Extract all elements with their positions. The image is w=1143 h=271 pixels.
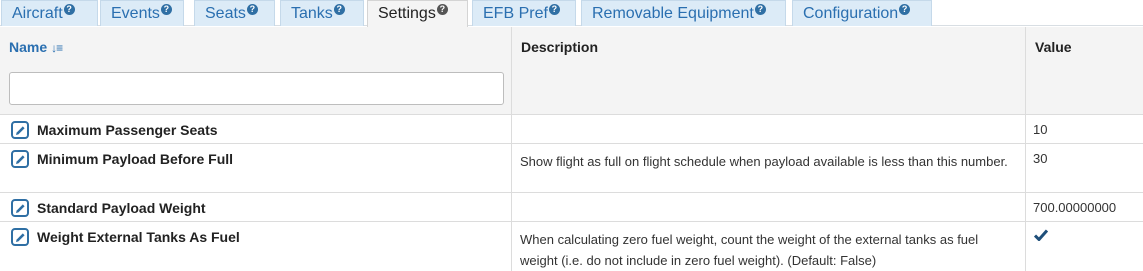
tab-label: Configuration bbox=[803, 5, 899, 22]
setting-description: When calculating zero fuel weight, count… bbox=[520, 232, 979, 268]
column-header-name: Name ↓≡ bbox=[0, 27, 512, 115]
sort-by-name-link[interactable]: Name ↓≡ bbox=[9, 39, 63, 55]
setting-name: Minimum Payload Before Full bbox=[37, 151, 234, 167]
table-row: Minimum Payload Before Full Show flight … bbox=[0, 144, 1143, 193]
tab-tanks[interactable]: Tanks? bbox=[280, 0, 364, 26]
sort-ascending-icon: ↓≡ bbox=[51, 41, 63, 55]
help-icon[interactable]: ? bbox=[899, 4, 911, 15]
tab-label: Settings bbox=[378, 5, 436, 22]
description-cell bbox=[512, 115, 1026, 143]
tab-label: Aircraft bbox=[12, 5, 63, 22]
table-row: Standard Payload Weight 700.00000000 bbox=[0, 193, 1143, 222]
help-icon[interactable]: ? bbox=[246, 4, 258, 15]
tab-efb-pref[interactable]: EFB Pref? bbox=[472, 0, 576, 26]
table-row: Weight External Tanks As Fuel When calcu… bbox=[0, 222, 1143, 271]
tab-label: EFB Pref bbox=[483, 5, 548, 22]
name-cell: Maximum Passenger Seats bbox=[0, 115, 512, 143]
tab-seats[interactable]: Seats? bbox=[194, 0, 275, 26]
help-icon[interactable]: ? bbox=[754, 4, 766, 15]
setting-value: 10 bbox=[1033, 122, 1048, 137]
tab-events[interactable]: Events? bbox=[100, 0, 184, 26]
description-cell: When calculating zero fuel weight, count… bbox=[512, 222, 1026, 271]
setting-name: Maximum Passenger Seats bbox=[37, 122, 218, 138]
description-cell bbox=[512, 193, 1026, 221]
tab-bar: Aircraft? Events? Seats? Tanks? Settings… bbox=[0, 0, 1143, 27]
column-title-name: Name bbox=[9, 39, 48, 55]
help-icon[interactable]: ? bbox=[548, 4, 560, 15]
description-cell: Show flight as full on flight schedule w… bbox=[512, 144, 1026, 192]
setting-value: 30 bbox=[1033, 151, 1048, 166]
name-cell: Weight External Tanks As Fuel bbox=[0, 222, 512, 271]
edit-icon[interactable] bbox=[11, 199, 29, 217]
setting-description: Show flight as full on flight schedule w… bbox=[520, 154, 1008, 169]
tab-aircraft[interactable]: Aircraft? bbox=[1, 0, 98, 26]
edit-icon[interactable] bbox=[11, 121, 29, 139]
help-icon[interactable]: ? bbox=[63, 4, 75, 15]
edit-icon[interactable] bbox=[11, 150, 29, 168]
column-header-value: Value bbox=[1026, 27, 1143, 115]
value-cell: 10 bbox=[1026, 115, 1143, 143]
setting-name: Weight External Tanks As Fuel bbox=[37, 229, 240, 245]
tab-removable-equipment[interactable]: Removable Equipment? bbox=[581, 0, 786, 26]
name-filter-input[interactable] bbox=[9, 72, 504, 105]
setting-name: Standard Payload Weight bbox=[37, 200, 206, 216]
tab-label: Seats bbox=[205, 5, 246, 22]
setting-value: 700.00000000 bbox=[1033, 200, 1117, 215]
column-title-description: Description bbox=[521, 39, 599, 55]
column-title-value: Value bbox=[1035, 39, 1072, 55]
tab-label: Removable Equipment bbox=[592, 5, 754, 22]
tab-configuration[interactable]: Configuration? bbox=[792, 0, 932, 26]
help-icon[interactable]: ? bbox=[333, 4, 345, 15]
help-icon[interactable]: ? bbox=[436, 4, 448, 15]
value-cell: 700.00000000 bbox=[1026, 193, 1143, 221]
name-cell: Standard Payload Weight bbox=[0, 193, 512, 221]
tab-label: Tanks bbox=[291, 5, 333, 22]
table-row: Maximum Passenger Seats 10 bbox=[0, 115, 1143, 144]
checkmark-icon bbox=[1033, 228, 1049, 244]
value-cell: 30 bbox=[1026, 144, 1143, 192]
tab-settings[interactable]: Settings? bbox=[367, 0, 468, 27]
help-icon[interactable]: ? bbox=[160, 4, 172, 15]
edit-icon[interactable] bbox=[11, 228, 29, 246]
name-cell: Minimum Payload Before Full bbox=[0, 144, 512, 192]
tab-label: Events bbox=[111, 5, 160, 22]
column-header-description: Description bbox=[512, 27, 1026, 115]
value-cell bbox=[1026, 222, 1143, 271]
